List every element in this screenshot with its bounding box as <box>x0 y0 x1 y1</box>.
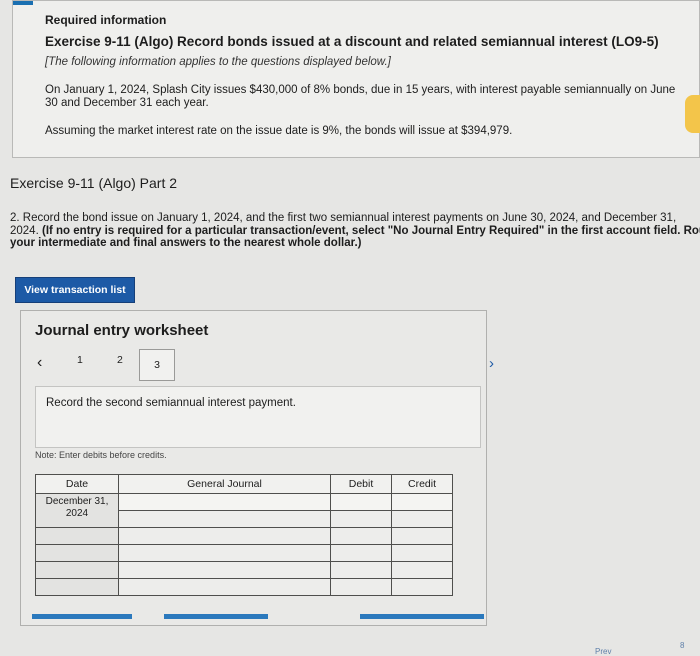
question-line-3-bold: your intermediate and final answers to t… <box>10 237 362 249</box>
credit-field[interactable] <box>391 561 453 579</box>
view-transaction-list-button[interactable]: View transaction list <box>15 277 135 303</box>
table-row: December 31, 2024 <box>35 493 453 528</box>
debit-header: Debit <box>330 474 392 494</box>
clear-entry-button[interactable] <box>164 614 268 619</box>
account-field[interactable] <box>118 561 331 579</box>
date-header: Date <box>35 474 119 494</box>
date-field <box>35 527 119 545</box>
credit-field[interactable] <box>391 493 453 511</box>
table-row <box>35 527 453 545</box>
credit-field[interactable] <box>391 544 453 562</box>
date-value: December 31, 2024 <box>45 496 109 519</box>
page-1-button[interactable]: 1 <box>77 354 83 366</box>
required-information-panel: Required information Exercise 9-11 (Algo… <box>12 0 700 158</box>
account-field[interactable] <box>118 510 331 528</box>
account-field[interactable] <box>118 493 331 511</box>
question-line-2: 2024. (If no entry is required for a par… <box>10 225 700 238</box>
debit-field[interactable] <box>330 544 392 562</box>
debit-field[interactable] <box>330 561 392 579</box>
table-row <box>35 578 453 596</box>
date-field <box>35 544 119 562</box>
debits-before-credits-note: Note: Enter debits before credits. <box>35 450 167 460</box>
view-general-journal-button[interactable] <box>360 614 484 619</box>
account-field[interactable] <box>118 527 331 545</box>
general-journal-header: General Journal <box>118 474 331 494</box>
table-row <box>35 561 453 579</box>
info-paragraph-2: Assuming the market interest rate on the… <box>45 125 513 137</box>
credit-header: Credit <box>391 474 453 494</box>
info-paragraph-1: On January 1, 2024, Splash City issues $… <box>45 84 676 109</box>
journal-entry-worksheet: Journal entry worksheet ‹ 1 2 3 › Record… <box>20 310 494 626</box>
credit-field[interactable] <box>391 510 453 528</box>
next-entry-chevron-icon[interactable]: › <box>489 355 494 372</box>
side-tab[interactable] <box>685 95 700 133</box>
worksheet-title: Journal entry worksheet <box>35 322 209 339</box>
debit-field[interactable] <box>330 510 392 528</box>
instruction-box: Record the second semiannual interest pa… <box>35 386 481 448</box>
journal-table: Date General Journal Debit Credit Decemb… <box>35 474 453 596</box>
info-note: [The following information applies to th… <box>45 56 391 68</box>
date-cell: December 31, 2024 <box>35 493 119 528</box>
corner-indicator <box>13 1 33 5</box>
account-field[interactable] <box>118 578 331 596</box>
exercise-title: Exercise 9-11 (Algo) Record bonds issued… <box>45 34 659 49</box>
part-title: Exercise 9-11 (Algo) Part 2 <box>10 175 178 191</box>
debit-field[interactable] <box>330 493 392 511</box>
page-3-button-active[interactable]: 3 <box>139 349 175 381</box>
record-entry-button[interactable] <box>32 614 132 619</box>
instruction-text: Record the second semiannual interest pa… <box>46 397 296 409</box>
credit-field[interactable] <box>391 578 453 596</box>
question-line-2-plain: 2024. <box>10 224 42 237</box>
date-field <box>35 561 119 579</box>
question-line-1: 2. Record the bond issue on January 1, 2… <box>10 212 677 224</box>
required-information-heading: Required information <box>45 13 167 27</box>
credit-field[interactable] <box>391 527 453 545</box>
debit-field[interactable] <box>330 578 392 596</box>
table-row <box>35 544 453 562</box>
question-line-3: your intermediate and final answers to t… <box>10 237 700 250</box>
debit-field[interactable] <box>330 527 392 545</box>
prev-link[interactable]: Prev <box>595 647 611 656</box>
question-text: 2. Record the bond issue on January 1, 2… <box>10 212 700 250</box>
question-line-2-bold: (If no entry is required for a particula… <box>41 224 700 237</box>
previous-entry-chevron-icon[interactable]: ‹ <box>37 354 42 372</box>
account-field[interactable] <box>118 544 331 562</box>
date-field <box>35 578 119 596</box>
page-2-button[interactable]: 2 <box>117 354 123 366</box>
page-indicator: 8 <box>680 641 685 650</box>
